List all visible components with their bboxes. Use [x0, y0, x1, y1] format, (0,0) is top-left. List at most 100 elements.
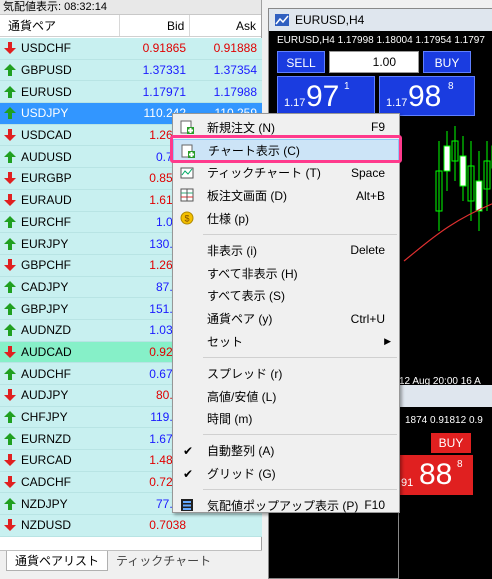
table-row[interactable]: EURUSD 1.17971 1.17988 [0, 81, 262, 104]
arrow-up-icon [4, 150, 16, 163]
arrow-up-icon [4, 302, 16, 315]
checkmark-icon: ✔ [183, 443, 194, 458]
arrow-down-icon [4, 172, 16, 185]
symbol-name: EURAUD [21, 193, 72, 208]
menu-item-7[interactable]: すべて表示 (S) [173, 285, 399, 308]
menu-item-4[interactable]: $ 仕様 (p) [173, 207, 399, 230]
symbol-cell: NZDUSD [0, 518, 120, 532]
symbol-name: EURJPY [21, 236, 69, 251]
arrow-up-icon [4, 324, 16, 337]
table-row[interactable]: GBPUSD 1.37331 1.37354 [0, 59, 262, 82]
symbol-name: CADCHF [21, 475, 71, 490]
chart-titlebar[interactable]: EURUSD,H4 [269, 9, 492, 31]
arrow-down-icon [4, 129, 16, 142]
chart-title: EURUSD,H4 [295, 13, 365, 27]
symbol-cell: AUDCAD [0, 345, 120, 359]
arrow-up-icon [4, 85, 16, 98]
menu-item-2[interactable]: ティックチャート (T) Space [173, 162, 399, 185]
symbol-name: USDCAD [21, 128, 72, 143]
column-header-symbol[interactable]: 通貨ペア [0, 15, 120, 36]
menu-item-label: 高値/安値 (L) [207, 389, 277, 404]
symbol-cell: EURNZD [0, 432, 120, 446]
menu-item-12[interactable]: 時間 (m) [173, 408, 399, 431]
menu-item-shortcut: F9 [370, 120, 385, 135]
arrow-up-icon [4, 107, 16, 120]
menu-item-label: 板注文画面 (D) [207, 189, 287, 204]
menu-item-label: 仕様 (p) [207, 212, 250, 227]
menu-item-11[interactable]: 高値/安値 (L) [173, 385, 399, 408]
arrow-down-icon [4, 389, 16, 402]
menu-item-label: スプレッド (r) [207, 366, 283, 381]
second-chart-price-main: 88 [419, 458, 453, 491]
symbol-cell: AUDCHF [0, 367, 120, 381]
symbol-cell: EURUSD [0, 85, 120, 99]
symbol-cell: AUDNZD [0, 323, 120, 337]
second-chart-price-box[interactable]: 91 88 8 [399, 455, 473, 495]
second-chart-window[interactable]: 1874 0.91812 0.9 BUY 91 88 8 [398, 385, 492, 579]
ask-cell: 1.37354 [213, 63, 257, 78]
menu-item-label: 新規注文 (N) [207, 120, 275, 135]
symbol-name: AUDUSD [21, 149, 72, 164]
second-chart-buy-button[interactable]: BUY [431, 433, 471, 453]
menu-item-15[interactable]: 気配値ポップアップ表示 (P) F10 [173, 494, 399, 517]
symbol-cell: GBPJPY [0, 302, 120, 316]
arrow-down-icon [4, 42, 16, 55]
tab-tick-chart[interactable]: ティックチャート [108, 551, 219, 571]
symbol-cell: CADJPY [0, 280, 120, 294]
column-header-ask[interactable]: Ask [190, 15, 261, 36]
symbol-name: EURUSD [21, 84, 72, 99]
symbol-name: GBPJPY [21, 301, 69, 316]
symbol-name: AUDCHF [21, 366, 71, 381]
table-row[interactable]: NZDUSD 0.7038 [0, 515, 262, 537]
context-menu: 新規注文 (N) F9 チャート表示 (C) ティックチャート (T) Space 板注文… [172, 113, 400, 513]
symbol-name: EURCHF [21, 214, 71, 229]
menu-item-shortcut: Space [350, 165, 385, 180]
tab-symbols[interactable]: 通貨ペアリスト [6, 551, 109, 571]
menu-item-label: 非表示 (i) [207, 243, 257, 258]
bid-cell: 1.37331 [142, 63, 186, 78]
menu-item-shortcut: Ctrl+U [350, 311, 385, 326]
menu-item-10[interactable]: スプレッド (r) [173, 362, 399, 385]
menu-item-9[interactable]: セット ▶ [173, 330, 399, 353]
symbol-cell: EURCAD [0, 453, 120, 467]
table-row[interactable]: USDCHF 0.91865 0.91888 [0, 38, 262, 60]
symbol-cell: CADCHF [0, 475, 120, 489]
highlight-annotation [170, 135, 402, 163]
second-chart-titlebar[interactable] [399, 385, 492, 407]
symbol-name: AUDJPY [21, 388, 69, 403]
symbol-name: USDCHF [21, 41, 71, 56]
arrow-up-icon [4, 411, 16, 424]
menu-item-label: 気配値ポップアップ表示 (P) [207, 498, 359, 513]
arrow-up-icon [4, 64, 16, 77]
menu-separator [203, 233, 397, 235]
symbol-name: GBPUSD [21, 63, 72, 78]
second-chart-price-prefix: 91 [401, 477, 414, 489]
menu-item-label: グリッド (G) [207, 467, 276, 482]
menu-item-5[interactable]: 非表示 (i) Delete [173, 239, 399, 262]
checkmark-icon: ✔ [183, 466, 194, 481]
arrow-up-icon [4, 237, 16, 250]
symbol-cell: GBPCHF [0, 258, 120, 272]
symbol-cell: USDJPY [0, 106, 120, 120]
menu-item-label: 自動整列 (A) [207, 444, 275, 459]
arrow-up-icon [4, 215, 16, 228]
column-header-bid[interactable]: Bid [120, 15, 191, 36]
arrow-down-icon [4, 476, 16, 489]
menu-item-14[interactable]: ✔ グリッド (G) [173, 462, 399, 485]
ask-cell: 0.91888 [213, 41, 257, 56]
menu-item-3[interactable]: 板注文画面 (D) Alt+B [173, 184, 399, 207]
second-chart-info: 1874 0.91812 0.9 [405, 415, 483, 426]
symbol-name: AUDNZD [21, 323, 71, 338]
arrow-down-icon [4, 454, 16, 467]
menu-item-13[interactable]: ✔ 自動整列 (A) [173, 439, 399, 462]
symbol-cell: EURAUD [0, 193, 120, 207]
menu-item-8[interactable]: 通貨ペア (y) Ctrl+U [173, 307, 399, 330]
arrow-down-icon [4, 194, 16, 207]
menu-item-label: すべて表示 (S) [207, 289, 286, 304]
menu-separator [203, 488, 397, 490]
menu-item-6[interactable]: すべて非表示 (H) [173, 262, 399, 285]
arrow-down-icon [4, 519, 16, 532]
menu-item-shortcut: F10 [364, 498, 385, 513]
menu-item-shortcut: Alt+B [355, 188, 385, 203]
symbol-name: EURGBP [21, 171, 72, 186]
